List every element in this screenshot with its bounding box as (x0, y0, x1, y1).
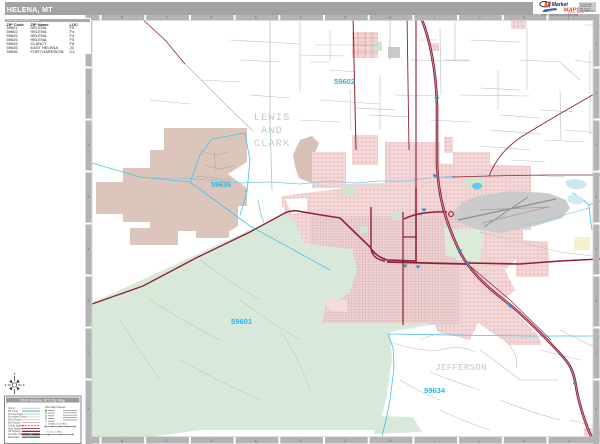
svg-text:5: 5 (88, 247, 90, 251)
svg-text:Exit Ramps: Exit Ramps (8, 422, 21, 425)
svg-text:I: I (434, 439, 435, 443)
svg-text:County: County (8, 407, 16, 410)
svg-text:CLARK: CLARK (254, 138, 291, 150)
svg-text:7: 7 (596, 351, 598, 355)
svg-text:State Highway: State Highway (8, 427, 24, 430)
svg-text:JEFFERSON: JEFFERSON (435, 362, 486, 373)
svg-text:G: G (344, 439, 347, 443)
svg-text:2016 Helena, MT City Map: 2016 Helena, MT City Map (20, 398, 65, 402)
svg-text:8: 8 (88, 407, 90, 411)
svg-text:Rail Roads: Rail Roads (8, 437, 20, 439)
svg-text:59602: 59602 (334, 77, 355, 86)
svg-text:4: 4 (88, 195, 90, 199)
svg-text:Primary Roads: Primary Roads (8, 413, 24, 416)
svg-text:8: 8 (596, 407, 598, 411)
svg-text:2: 2 (88, 91, 90, 95)
svg-text:LEWIS: LEWIS (254, 112, 291, 124)
svg-text:M: M (544, 1, 551, 10)
svg-text:L: L (568, 439, 570, 443)
svg-text:6: 6 (596, 299, 598, 303)
svg-text:2: 2 (596, 91, 598, 95)
svg-text:59601: 59601 (231, 317, 253, 326)
svg-text:I: I (434, 16, 435, 20)
svg-text:J: J (479, 16, 481, 20)
svg-text:F: F (300, 439, 302, 443)
svg-text:3: 3 (88, 143, 90, 147)
svg-text:J: J (479, 439, 481, 443)
svg-text:AND: AND (261, 125, 283, 137)
svg-text:Other Map Features: Other Map Features (45, 406, 66, 409)
svg-text:Scale of Miles: Scale of Miles (53, 423, 68, 425)
svg-text:5: 5 (596, 247, 598, 251)
svg-text:7: 7 (88, 351, 90, 355)
svg-text:59636: 59636 (211, 180, 231, 189)
svg-text:ZIP Code: ZIP Code (8, 411, 18, 413)
svg-text:4: 4 (596, 195, 598, 199)
svg-text:1: 1 (596, 42, 598, 46)
svg-text:MarketMAPS.com: MarketMAPS.com (580, 9, 595, 12)
svg-text:1 inch = 1 Miles: 1 inch = 1 Miles (47, 431, 63, 433)
svg-text:G: G (344, 16, 347, 20)
svg-text:59634: 59634 (424, 386, 446, 395)
svg-text:Minor Roads: Minor Roads (8, 419, 22, 422)
svg-text:3: 3 (596, 143, 598, 147)
svg-text:US Highway: US Highway (8, 431, 21, 433)
svg-text:F: F (300, 16, 302, 20)
svg-text:6: 6 (88, 299, 90, 303)
